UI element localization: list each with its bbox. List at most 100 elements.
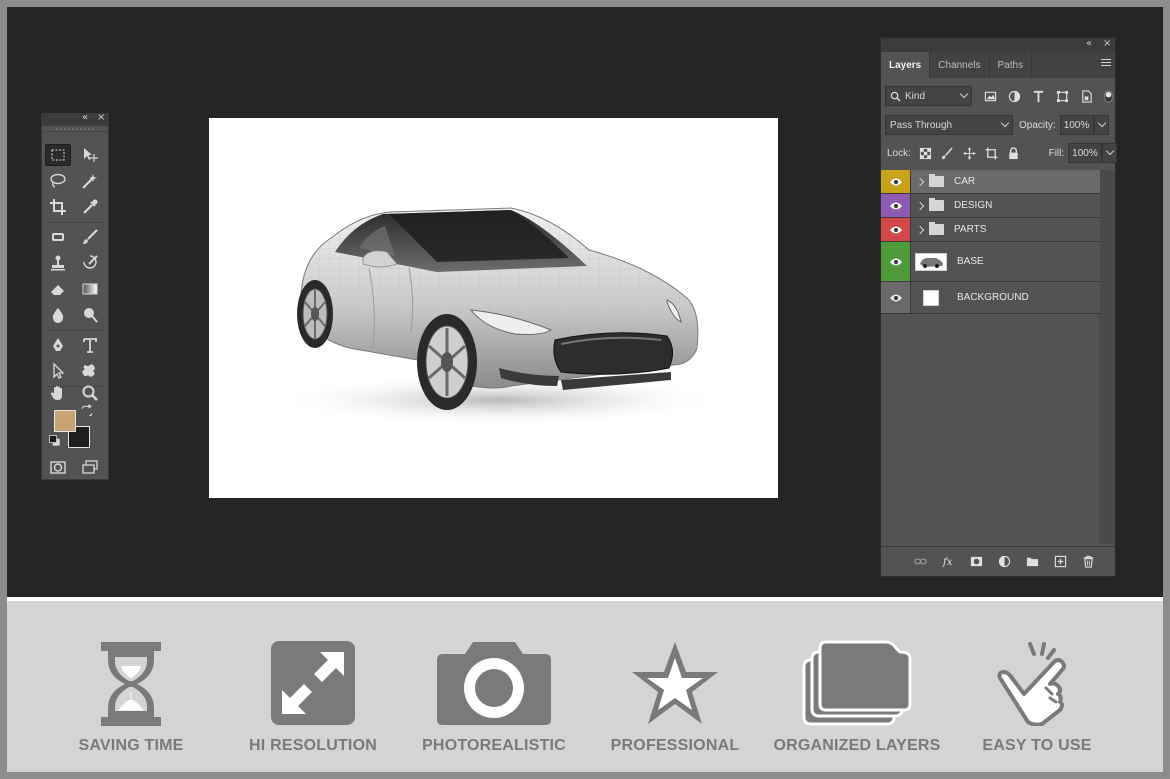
path-selection-tool-icon[interactable] xyxy=(45,360,71,382)
blend-mode-select[interactable]: Pass Through xyxy=(885,115,1013,135)
layer-name: PARTS xyxy=(954,224,987,235)
lock-row: Lock: Fill: 100% xyxy=(881,143,1117,163)
smart-object-filter-icon[interactable] xyxy=(1079,89,1093,103)
folder-icon xyxy=(929,198,944,211)
gradient-tool-icon[interactable] xyxy=(77,278,103,300)
tab-paths[interactable]: Paths xyxy=(990,52,1033,78)
swap-colors-icon[interactable] xyxy=(80,404,94,418)
hand-tool-icon[interactable] xyxy=(45,382,71,404)
chevron-down-icon xyxy=(1097,118,1106,128)
type-tool-icon[interactable] xyxy=(77,334,103,356)
chevron-right-icon[interactable] xyxy=(915,225,925,234)
magic-wand-tool-icon[interactable] xyxy=(77,170,103,192)
camera-icon xyxy=(437,642,551,725)
marquee-tool-icon[interactable] xyxy=(45,144,71,166)
layer-row-car[interactable]: CAR xyxy=(881,170,1100,194)
layer-row-parts[interactable]: PARTS xyxy=(881,218,1100,242)
panel-menu-icon[interactable] xyxy=(1101,59,1111,69)
lasso-tool-icon[interactable] xyxy=(45,170,71,192)
tools-separator xyxy=(48,222,104,223)
brush-tool-icon[interactable] xyxy=(77,226,103,248)
feature-label-organized-layers: ORGANIZED LAYERS xyxy=(773,737,941,754)
opacity-dropdown[interactable] xyxy=(1093,115,1109,135)
foreground-color-swatch[interactable] xyxy=(54,410,76,432)
default-colors-icon[interactable] xyxy=(48,434,62,448)
feature-label-hi-resolution: HI RESOLUTION xyxy=(249,737,377,754)
close-icon[interactable]: × xyxy=(1103,38,1111,49)
layers-panel-header: « × xyxy=(881,38,1115,52)
layers-list: CAR DESIGN PARTS BASE BACKGROUND xyxy=(881,170,1100,314)
layer-thumbnail xyxy=(923,289,939,306)
add-mask-icon[interactable] xyxy=(969,555,983,569)
visibility-eye-icon[interactable] xyxy=(881,282,911,313)
pen-tool-icon[interactable] xyxy=(45,334,71,356)
feature-easy-to-use xyxy=(947,640,1127,726)
zoom-tool-icon[interactable] xyxy=(77,382,103,404)
close-icon[interactable]: × xyxy=(97,112,105,123)
svg-text:fx: fx xyxy=(942,557,953,568)
lock-position-icon[interactable] xyxy=(963,146,977,160)
eyedropper-tool-icon[interactable] xyxy=(77,196,103,218)
expand-icon xyxy=(271,641,355,725)
chevron-right-icon[interactable] xyxy=(915,177,925,186)
layers-stack-icon xyxy=(802,640,912,726)
feature-label-saving-time: SAVING TIME xyxy=(78,737,184,754)
lock-transparent-icon[interactable] xyxy=(919,146,933,160)
collapse-icon[interactable]: « xyxy=(82,112,88,123)
star-icon xyxy=(632,642,718,724)
screen-mode-icon[interactable] xyxy=(77,456,103,478)
move-tool-icon[interactable] xyxy=(77,144,103,166)
dodge-tool-icon[interactable] xyxy=(77,304,103,326)
crop-tool-icon[interactable] xyxy=(45,196,71,218)
layers-scrollbar[interactable] xyxy=(1099,170,1115,544)
layer-name: DESIGN xyxy=(954,200,993,211)
visibility-eye-icon[interactable] xyxy=(881,170,911,193)
lock-all-icon[interactable] xyxy=(1007,146,1021,160)
chevron-right-icon[interactable] xyxy=(915,201,925,210)
blur-tool-icon[interactable] xyxy=(45,304,71,326)
link-layers-icon[interactable] xyxy=(913,555,927,569)
blend-row: Pass Through Opacity: 100% xyxy=(881,115,1117,135)
healing-brush-tool-icon[interactable] xyxy=(45,226,71,248)
quick-mask-icon[interactable] xyxy=(45,456,71,478)
shape-filter-icon[interactable] xyxy=(1055,89,1069,103)
delete-layer-trash-icon[interactable] xyxy=(1081,555,1095,569)
filter-kind-select[interactable]: Kind xyxy=(885,86,972,106)
car-image xyxy=(269,207,729,426)
type-filter-icon[interactable] xyxy=(1031,89,1045,103)
lock-artboard-icon[interactable] xyxy=(985,146,999,160)
new-layer-icon[interactable] xyxy=(1053,555,1067,569)
history-brush-tool-icon[interactable] xyxy=(77,252,103,274)
tab-layers[interactable]: Layers xyxy=(881,52,931,78)
fill-dropdown[interactable] xyxy=(1102,143,1117,163)
visibility-eye-icon[interactable] xyxy=(881,218,911,241)
adjustment-filter-icon[interactable] xyxy=(1007,89,1021,103)
visibility-eye-icon[interactable] xyxy=(881,194,911,217)
fill-input[interactable]: 100% xyxy=(1068,143,1103,163)
visibility-eye-icon[interactable] xyxy=(881,242,911,281)
collapse-icon[interactable]: « xyxy=(1086,38,1092,49)
tab-channels[interactable]: Channels xyxy=(930,52,990,78)
fill-label: Fill: xyxy=(1048,147,1065,159)
custom-shape-tool-icon[interactable] xyxy=(77,360,103,382)
feature-label-easy-to-use: EASY TO USE xyxy=(982,737,1092,754)
opacity-input[interactable]: 100% xyxy=(1059,115,1094,135)
feature-label-photorealistic: PHOTOREALISTIC xyxy=(422,737,566,754)
filter-toggle[interactable] xyxy=(1101,89,1115,103)
layer-row-base[interactable]: BASE xyxy=(881,242,1100,282)
blend-mode-value: Pass Through xyxy=(890,119,953,131)
eraser-tool-icon[interactable] xyxy=(45,278,71,300)
chevron-down-icon xyxy=(1105,146,1115,156)
layer-row-design[interactable]: DESIGN xyxy=(881,194,1100,218)
tools-panel-grip[interactable] xyxy=(42,126,108,132)
layer-name: CAR xyxy=(954,176,976,187)
lock-label: Lock: xyxy=(887,147,911,159)
document-canvas[interactable] xyxy=(209,118,778,498)
layer-row-background[interactable]: BACKGROUND xyxy=(881,282,1100,314)
layer-style-fx-icon[interactable]: fx xyxy=(941,555,955,569)
new-group-folder-icon[interactable] xyxy=(1025,555,1039,569)
new-adjustment-layer-icon[interactable] xyxy=(997,555,1011,569)
lock-pixels-icon[interactable] xyxy=(941,146,955,160)
pixel-filter-icon[interactable] xyxy=(983,89,997,103)
clone-stamp-tool-icon[interactable] xyxy=(45,252,71,274)
